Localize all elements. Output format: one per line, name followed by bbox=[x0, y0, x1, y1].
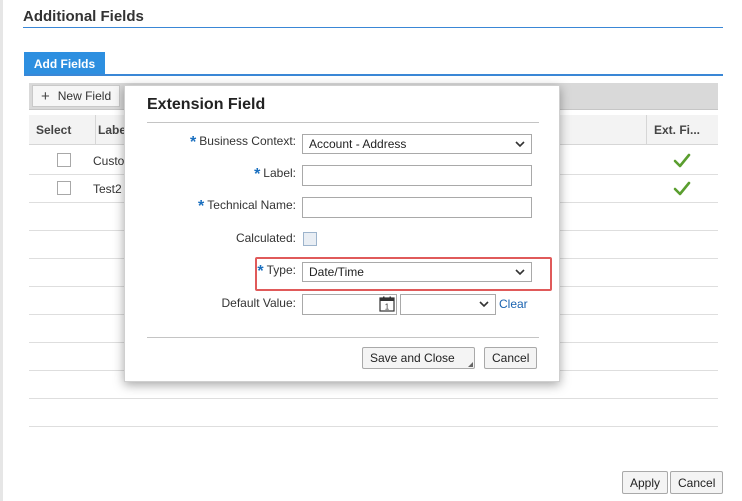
column-header-select[interactable]: Select bbox=[36, 115, 71, 145]
dialog-footer-divider bbox=[147, 337, 539, 338]
table-row-label: Test2 bbox=[93, 182, 122, 196]
extension-field-dialog: Extension Field * Business Context: Accou… bbox=[124, 85, 560, 382]
dialog-cancel-button[interactable]: Cancel bbox=[484, 347, 538, 369]
new-field-label: New Field bbox=[57, 89, 112, 103]
row-divider bbox=[29, 398, 718, 399]
calculated-label: Calculated: bbox=[235, 231, 296, 245]
label-input[interactable] bbox=[302, 165, 532, 186]
row-select-checkbox[interactable] bbox=[57, 181, 71, 195]
required-asterisk: * bbox=[254, 166, 261, 183]
dialog-title: Extension Field bbox=[147, 96, 266, 113]
left-edge-strip bbox=[0, 0, 3, 501]
checkmark-icon bbox=[673, 153, 691, 168]
page-title: Additional Fields bbox=[23, 8, 144, 25]
default-value-label: Default Value: bbox=[221, 296, 297, 310]
table-row-label: Custo bbox=[93, 154, 125, 168]
footer-cancel-button[interactable]: Cancel bbox=[670, 471, 724, 494]
menu-corner-icon bbox=[468, 362, 473, 367]
type-label: * Type: bbox=[257, 263, 296, 280]
technical-name-label: * Technical Name: bbox=[198, 198, 296, 215]
title-divider bbox=[23, 27, 723, 28]
tab-divider bbox=[24, 74, 723, 76]
chevron-down-icon bbox=[515, 269, 525, 276]
checkmark-icon bbox=[673, 181, 691, 196]
business-context-select[interactable]: Account - Address bbox=[302, 134, 532, 154]
required-asterisk: * bbox=[190, 134, 197, 151]
required-asterisk: * bbox=[198, 198, 205, 215]
plus-icon: + bbox=[41, 87, 50, 105]
calendar-icon[interactable]: 1 bbox=[379, 296, 395, 312]
chevron-down-icon bbox=[515, 141, 525, 148]
row-divider bbox=[29, 426, 718, 427]
svg-text:1: 1 bbox=[385, 303, 390, 312]
row-select-checkbox[interactable] bbox=[57, 153, 71, 167]
dialog-header-divider bbox=[147, 122, 539, 123]
tab-add-fields[interactable]: Add Fields bbox=[24, 52, 105, 75]
chevron-down-icon bbox=[479, 301, 489, 308]
label-field-label: * Label: bbox=[254, 166, 296, 183]
technical-name-input[interactable] bbox=[302, 197, 532, 218]
business-context-label: * Business Context: bbox=[190, 134, 296, 151]
type-select[interactable]: Date/Time bbox=[302, 262, 532, 282]
calculated-checkbox[interactable] bbox=[303, 232, 317, 246]
required-asterisk: * bbox=[257, 263, 264, 280]
save-and-close-button[interactable]: Save and Close bbox=[362, 347, 475, 369]
column-header-extension-field[interactable]: Ext. Fi... bbox=[646, 115, 718, 145]
clear-link[interactable]: Clear bbox=[499, 297, 528, 311]
apply-button[interactable]: Apply bbox=[622, 471, 669, 494]
default-time-select[interactable] bbox=[400, 294, 496, 315]
new-field-button[interactable]: + New Field bbox=[32, 85, 121, 107]
